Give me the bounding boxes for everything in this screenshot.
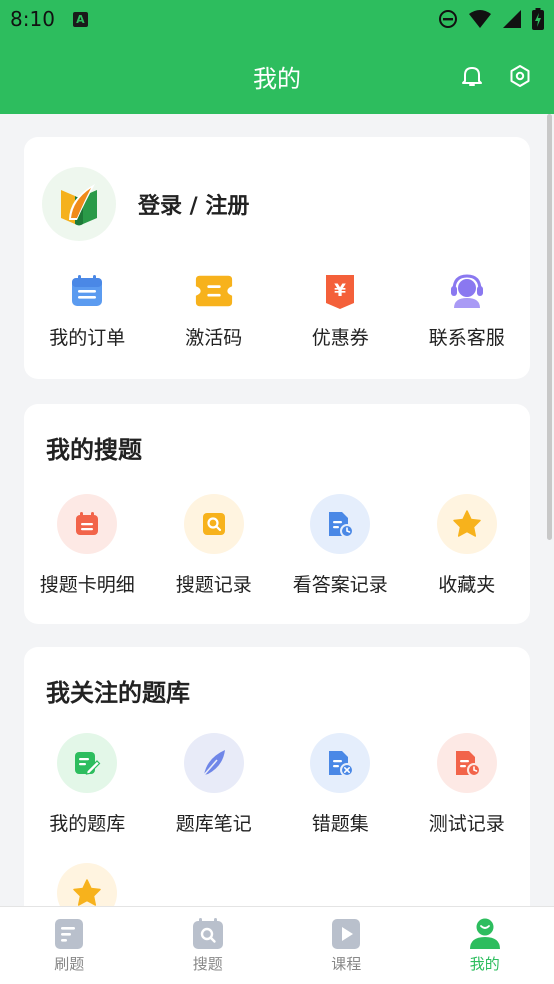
practice-icon (55, 919, 84, 949)
login-register-link[interactable]: 登录 / 注册 (138, 188, 249, 220)
star-icon (436, 494, 497, 554)
signal-icon (503, 10, 521, 28)
my-search-grid: 搜题卡明细 搜题记录 看答案记录 收藏夹 (24, 494, 530, 597)
shortcut-coupons[interactable]: ¥ 优惠券 (277, 271, 404, 350)
status-icons (438, 8, 544, 30)
shortcut-label: 激活码 (185, 327, 243, 349)
item-test-records[interactable]: 测试记录 (404, 733, 531, 836)
shortcut-label: 我的订单 (49, 327, 126, 349)
doc-clock-icon (310, 494, 371, 554)
feather-icon (183, 733, 244, 793)
item-label: 搜题记录 (175, 574, 252, 596)
app-logo (42, 167, 116, 241)
shortcut-my-orders[interactable]: 我的订单 (24, 271, 151, 350)
support-icon (447, 271, 487, 311)
search-tab-icon (192, 918, 223, 949)
my-search-card: 我的搜题 搜题卡明细 搜题记录 看答案记录 收藏夹 (24, 404, 530, 624)
header-actions (460, 64, 532, 88)
order-icon (67, 271, 107, 311)
section-title-followed-library: 我关注的题库 (46, 679, 190, 707)
search-doc-icon (183, 494, 244, 554)
status-bar: 8:10 A (0, 0, 554, 38)
shortcut-label: 优惠券 (311, 327, 369, 349)
ticket-icon (194, 271, 234, 311)
bottom-navigation: 刷题 搜题 课程 我的 (0, 906, 554, 984)
item-label: 题库笔记 (175, 813, 252, 835)
tab-courses[interactable]: 课程 (277, 907, 416, 984)
library-grid-row-2 (24, 863, 530, 906)
shortcut-customer-service[interactable]: 联系客服 (404, 271, 531, 350)
star-icon (57, 863, 118, 906)
tab-label: 课程 (331, 955, 362, 973)
item-search-records[interactable]: 搜题记录 (151, 494, 278, 597)
doc-x-icon (310, 733, 371, 793)
tab-profile[interactable]: 我的 (416, 907, 554, 984)
svg-text:¥: ¥ (334, 281, 346, 301)
scroll-content[interactable]: 登录 / 注册 我的订单 激活码 ¥ 优惠券 联系客服 我的搜题 搜题卡明细 搜… (0, 114, 554, 906)
profile-icon (469, 918, 500, 949)
doc-clock-icon (436, 733, 497, 793)
tab-label: 搜题 (192, 955, 223, 973)
item-label: 错题集 (311, 813, 369, 835)
login-row[interactable]: 登录 / 注册 (42, 167, 249, 241)
item-favorites[interactable]: 收藏夹 (404, 494, 531, 597)
item-label: 我的题库 (49, 813, 126, 835)
shortcut-activation-code[interactable]: 激活码 (151, 271, 278, 350)
item-label: 搜题卡明细 (39, 574, 135, 596)
item-answer-records[interactable]: 看答案记录 (277, 494, 404, 597)
page-title: 我的 (253, 64, 301, 93)
status-time: 8:10 (10, 7, 55, 31)
app-notification-icon: A (72, 11, 88, 27)
tab-label: 我的 (469, 955, 500, 973)
settings-gear-icon[interactable] (508, 64, 532, 88)
bell-icon[interactable] (460, 64, 484, 88)
item-my-library[interactable]: 我的题库 (24, 733, 151, 836)
item-search-card-details[interactable]: 搜题卡明细 (24, 494, 151, 597)
item-wrong-questions[interactable]: 错题集 (277, 733, 404, 836)
coupon-icon: ¥ (320, 271, 360, 311)
scrollbar[interactable] (547, 114, 552, 540)
tab-label: 刷题 (54, 955, 85, 973)
battery-icon (532, 8, 544, 30)
followed-library-card: 我关注的题库 我的题库 题库笔记 错题集 测试记录 (24, 647, 530, 906)
play-icon (332, 919, 361, 949)
item-label: 收藏夹 (438, 574, 496, 596)
app-bar: 我的 (0, 38, 554, 114)
note-edit-icon (57, 733, 118, 793)
item-label: 看答案记录 (292, 574, 388, 596)
library-grid: 我的题库 题库笔记 错题集 测试记录 (24, 733, 530, 836)
item-library-notes[interactable]: 题库笔记 (151, 733, 278, 836)
leaf-book-logo-icon (61, 184, 97, 226)
wifi-icon (469, 10, 491, 28)
account-shortcuts: 我的订单 激活码 ¥ 优惠券 联系客服 (24, 271, 530, 350)
section-title-my-search: 我的搜题 (46, 436, 142, 464)
tab-practice[interactable]: 刷题 (0, 907, 139, 984)
item-label: 测试记录 (428, 813, 505, 835)
tab-search[interactable]: 搜题 (139, 907, 278, 984)
item-library-favorite[interactable] (24, 863, 151, 906)
calendar-icon (57, 494, 118, 554)
dnd-icon (439, 10, 457, 28)
shortcut-label: 联系客服 (428, 327, 505, 349)
account-card: 登录 / 注册 我的订单 激活码 ¥ 优惠券 联系客服 (24, 137, 530, 379)
